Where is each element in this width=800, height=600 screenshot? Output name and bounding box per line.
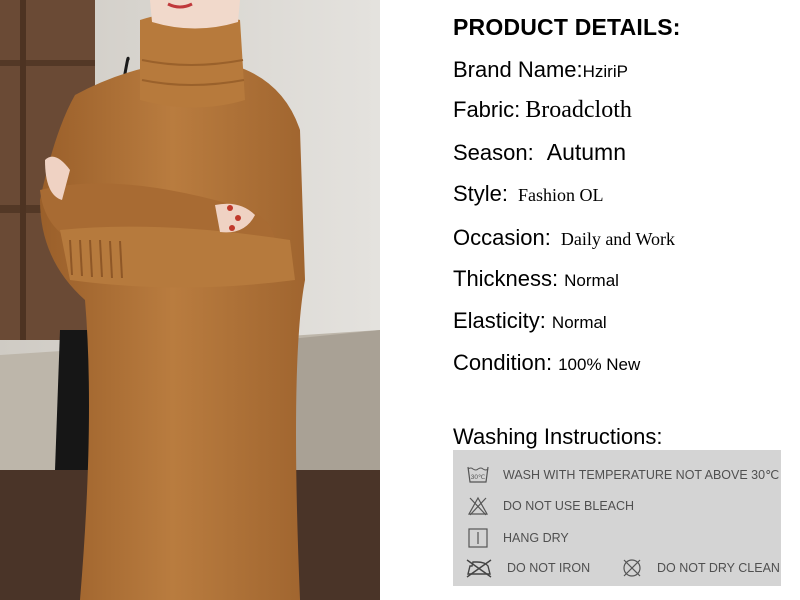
wash-item-text: DO NOT USE BLEACH: [503, 499, 635, 513]
style-label: Style:: [453, 181, 509, 206]
product-photo: [0, 0, 380, 600]
wash-item-text: WASH WITH TEMPERATURE NOT ABOVE 30℃: [503, 467, 780, 482]
detail-brand-name: Brand Name: HziriP: [453, 57, 628, 83]
wash-item-temperature: 30℃ WASH WITH TEMPERATURE NOT ABOVE 30℃: [467, 464, 779, 484]
wash-item-text: DO NOT DRY CLEAN: [657, 561, 780, 575]
elasticity-value: Normal: [551, 313, 607, 332]
elasticity-label: Elasticity:: [453, 308, 546, 333]
thickness-label: Thickness:: [453, 266, 559, 291]
wash-item-text: DO NOT IRON: [507, 561, 591, 575]
wash-item-dry-clean: DO NOT DRY CLEAN: [621, 558, 780, 578]
wash-item-iron: DO NOT IRON: [465, 558, 590, 578]
detail-thickness: Thickness: Normal: [453, 266, 619, 292]
style-value: Fashion OL: [518, 185, 604, 205]
detail-condition: Condition: 100% New: [453, 350, 640, 376]
no-iron-icon: [466, 559, 492, 578]
detail-season: Season: Autumn: [453, 139, 626, 166]
season-value: Autumn: [546, 139, 626, 165]
fabric-value: Broadcloth: [525, 97, 632, 123]
no-dry-clean-icon: [623, 559, 641, 577]
occasion-label: Occasion:: [453, 225, 551, 250]
details-title: PRODUCT DETAILS:: [453, 14, 681, 40]
washing-instructions-panel: 30℃ WASH WITH TEMPERATURE NOT ABOVE 30℃ …: [453, 450, 781, 586]
wash-30-icon-text: 30℃: [471, 474, 486, 481]
condition-value: 100% New: [558, 355, 641, 374]
condition-label: Condition:: [453, 350, 553, 375]
detail-fabric: Fabric: Broadcloth: [453, 97, 632, 124]
detail-style: Style: Fashion OL: [453, 181, 604, 207]
wash-item-bleach: DO NOT USE BLEACH: [467, 496, 634, 516]
wash-30-icon: 30℃: [467, 466, 489, 483]
fabric-label: Fabric:: [453, 97, 521, 122]
detail-elasticity: Elasticity: Normal: [453, 308, 607, 334]
no-bleach-icon: [467, 496, 489, 516]
washing-title: Washing Instructions:: [453, 424, 663, 449]
detail-occasion: Occasion: Daily and Work: [453, 225, 675, 251]
thickness-value: Normal: [564, 271, 619, 290]
wash-item-hang-dry: HANG DRY: [467, 528, 569, 548]
season-label: Season:: [453, 140, 534, 165]
occasion-value: Daily and Work: [560, 229, 676, 249]
brand-name-label: Brand Name:: [453, 57, 583, 82]
wash-item-text: HANG DRY: [503, 531, 569, 545]
brand-name-value: HziriP: [582, 62, 628, 81]
hang-dry-icon: [468, 528, 488, 548]
